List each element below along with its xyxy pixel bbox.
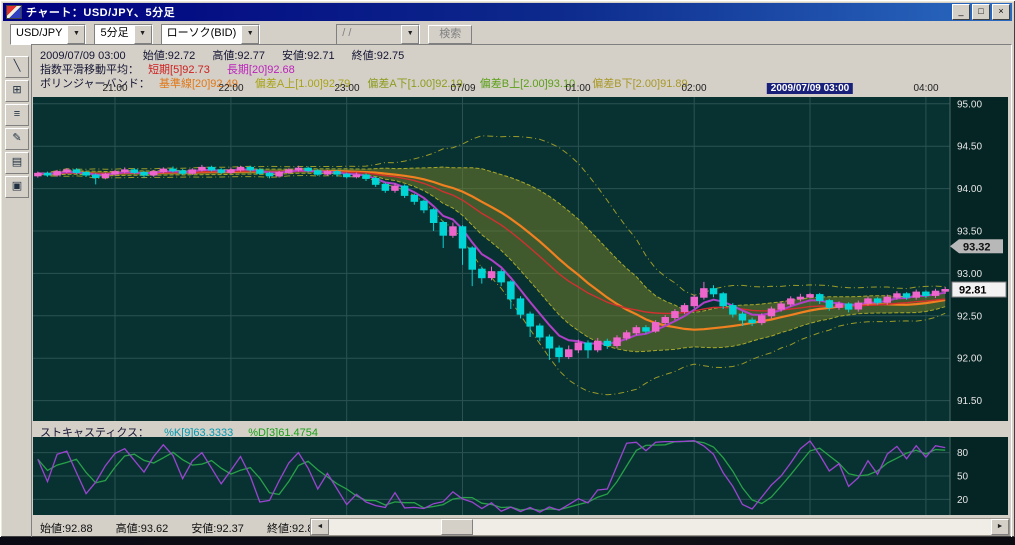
chevron-down-icon[interactable]: ▼ [401,25,419,44]
time-axis-label: 04:00 [913,83,938,94]
time-axis: 21:00 22:00 23:00 07/09 01:00 02:00 2009/07/09… [33,83,1008,96]
svg-text:93.50: 93.50 [957,227,982,238]
chart-type-value: ローソク(BID) [162,25,242,44]
day-high-value: 高値:93.62 [116,523,169,535]
interval-select[interactable]: 5分足 ▼ [94,24,152,45]
pair-select[interactable]: USD/JPY ▼ [10,24,86,45]
ema-info-row: 指数平滑移動平均： 短期[5]92.73 長期[20]92.68 [40,61,309,74]
chart-grid-button[interactable]: ⊞ [5,80,29,102]
stochastic-info-row: ストキャスティクス： %K[9]63.3333 %D[3]61.4754 [40,424,330,436]
window-title: チャート：USD/JPY、5分足 [26,4,175,20]
time-axis-label: 02:00 [681,83,706,94]
chevron-down-icon[interactable]: ▼ [241,25,259,44]
tool-column: ╲ ⊞ ≡ ✎ ▤ ▣ [5,56,29,198]
layout-button[interactable]: ▣ [5,176,29,198]
svg-text:93.32: 93.32 [963,241,991,253]
trendline-tool-button[interactable]: ╲ [5,56,29,78]
scroll-right-button[interactable]: ► [991,519,1009,535]
pair-select-value: USD/JPY [11,25,67,44]
time-axis-label: 22:00 [218,83,243,94]
toolbar: USD/JPY ▼ 5分足 ▼ ローソク(BID) ▼ / / ▼ 検索 [4,22,1011,46]
print-button[interactable]: ▤ [5,152,29,174]
stochastic-chart[interactable]: 80 50 20 [33,437,1008,515]
svg-text:80: 80 [957,448,969,459]
scroll-left-button[interactable]: ◄ [311,519,329,535]
time-axis-label: 21:00 [102,83,127,94]
svg-text:93.00: 93.00 [957,269,982,280]
interval-select-value: 5分足 [95,25,133,44]
svg-text:20: 20 [957,495,969,506]
app-icon [6,5,22,19]
chevron-down-icon[interactable]: ▼ [67,25,85,44]
chart-scrollbar[interactable]: ◄ ► [310,518,1010,536]
day-low-value: 安値:92.37 [191,523,244,535]
title-bar[interactable]: チャート：USD/JPY、5分足 _ □ × [3,3,1012,21]
date-field[interactable]: / / ▼ [336,24,420,45]
minimize-button[interactable]: _ [952,4,970,20]
day-open-value: 始値:92.88 [40,523,93,535]
svg-text:50: 50 [957,472,969,483]
search-button[interactable]: 検索 [428,25,472,44]
time-axis-label: 07/09 [450,83,475,94]
svg-text:92.81: 92.81 [959,285,987,297]
chevron-down-icon[interactable]: ▼ [134,25,152,44]
scrollbar-thumb[interactable] [441,519,473,535]
ohlc-info-row: 2009/07/09 03:00 始値:92.72 高値:92.77 安値:92… [40,47,418,60]
selected-time-label: 2009/07/09 03:00 [767,83,853,94]
svg-text:91.50: 91.50 [957,396,982,407]
daily-summary-row: 始値:92.88 高値:93.62 安値:92.37 終値:92.81 [40,520,340,536]
svg-text:92.00: 92.00 [957,354,982,365]
indicator-list-button[interactable]: ≡ [5,104,29,126]
svg-text:94.00: 94.00 [957,184,982,195]
close-button[interactable]: × [992,4,1010,20]
svg-text:92.50: 92.50 [957,311,982,322]
main-price-chart[interactable]: 95.00 94.50 94.00 93.50 93.00 92.50 92.00 91.50… [33,97,1008,421]
draw-tool-button[interactable]: ✎ [5,128,29,150]
maximize-button[interactable]: □ [972,4,990,20]
chart-type-select[interactable]: ローソク(BID) ▼ [161,24,261,45]
svg-text:95.00: 95.00 [957,99,982,110]
background-strip [0,537,1015,545]
time-axis-label: 23:00 [334,83,359,94]
chart-window: チャート：USD/JPY、5分足 _ □ × USD/JPY ▼ 5分足 ▼ ロ… [0,0,1015,537]
date-field-value: / / [337,25,401,44]
svg-text:94.50: 94.50 [957,142,982,153]
time-axis-label: 01:00 [565,83,590,94]
close-value: 終値:92.75 [352,50,405,62]
